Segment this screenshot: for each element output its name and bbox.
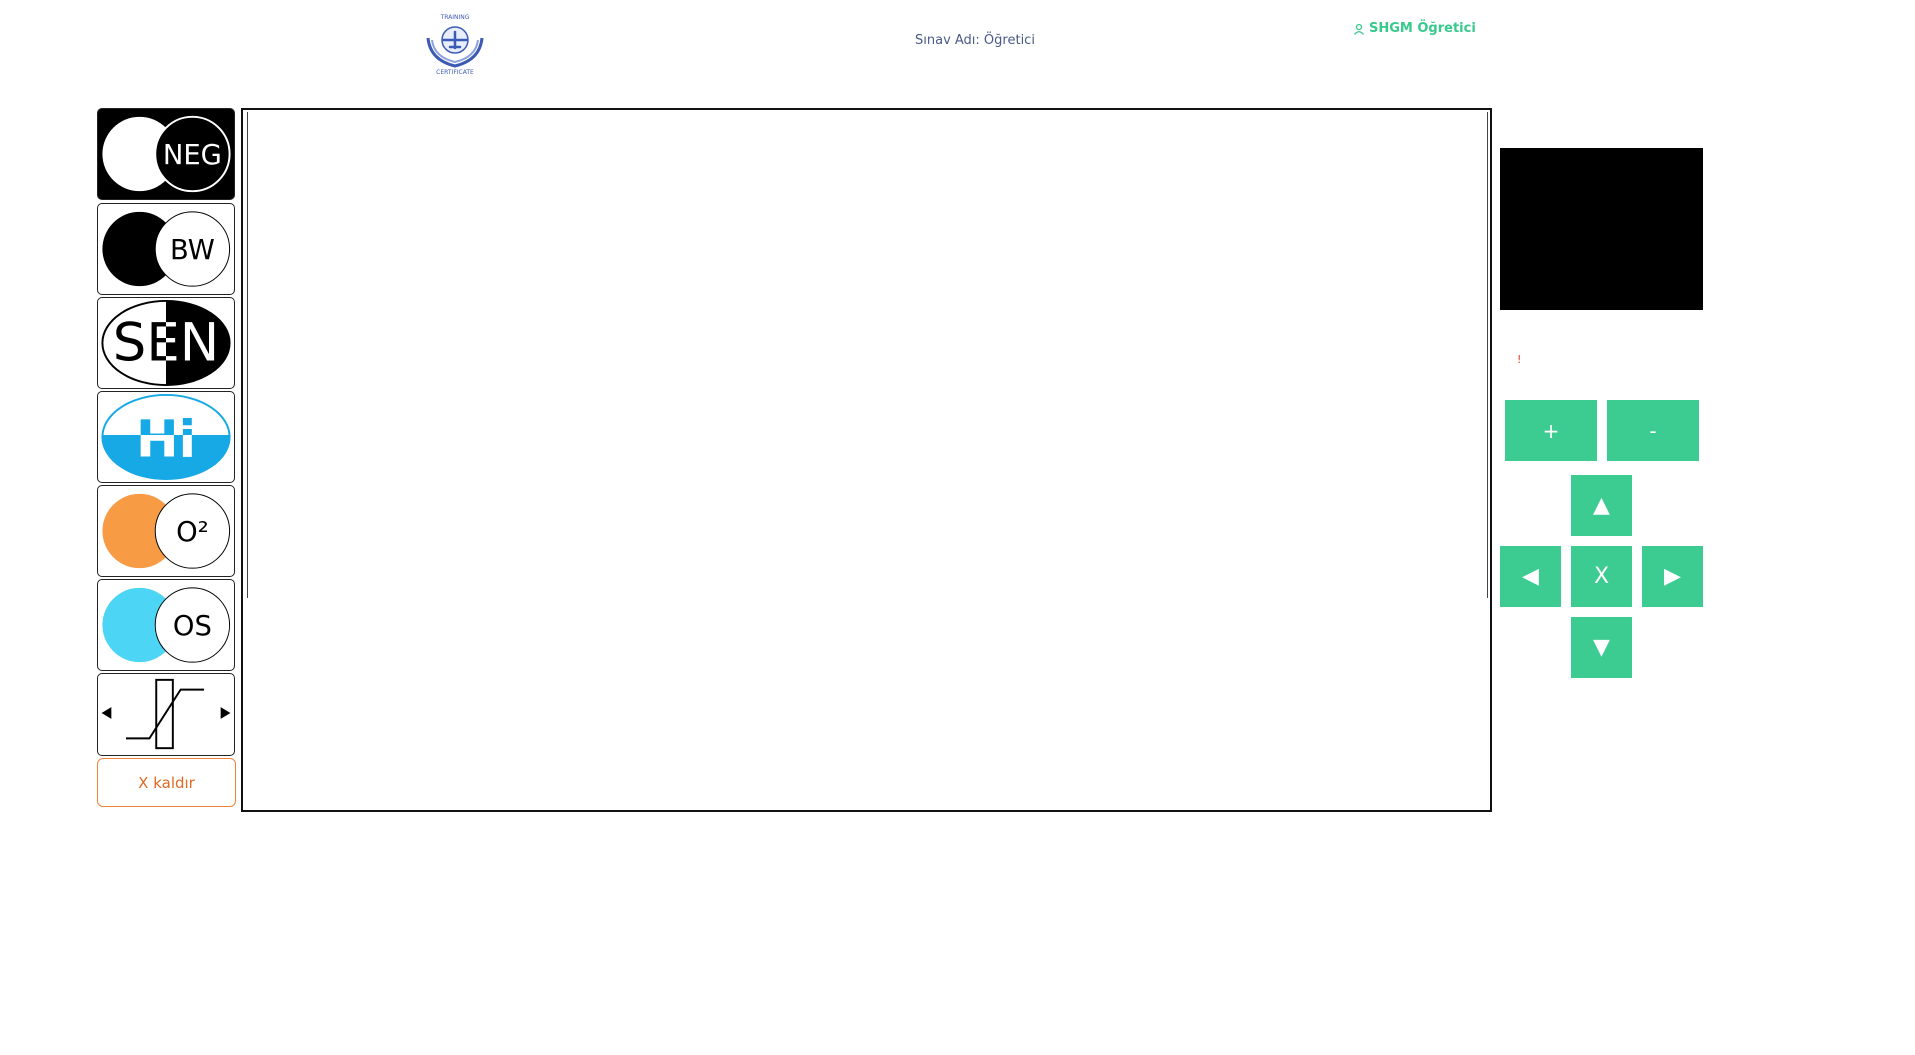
tool-label-neg: NEG: [163, 140, 222, 171]
pan-right-button[interactable]: ▶: [1642, 546, 1703, 607]
tool-label-os: OS: [173, 611, 212, 642]
remove-mark-button[interactable]: X kaldır: [97, 758, 236, 807]
status-marker: !: [1517, 353, 1522, 366]
tool-label-bw: BW: [170, 235, 215, 266]
certificate-wreath-airplane-icon: TRAINING CERTIFICATE: [426, 14, 484, 76]
o2-filter-icon: O²: [102, 493, 231, 569]
os-filter-icon: OS: [102, 587, 231, 663]
organic-stripping-filter-button[interactable]: OS: [97, 579, 235, 671]
high-intensity-filter-button[interactable]: Hi Hi: [97, 391, 235, 483]
image-preview-thumbnail: [1500, 148, 1703, 310]
contrast-left-arrow-icon[interactable]: [101, 707, 112, 719]
black-white-filter-button[interactable]: BW: [97, 203, 235, 295]
user-name: SHGM Öğretici: [1369, 21, 1476, 36]
negative-filter-button[interactable]: NEG: [97, 108, 235, 200]
zoom-out-button[interactable]: -: [1607, 400, 1699, 461]
sen-filter-icon: SEN SEN: [101, 299, 231, 387]
organic-filter-button[interactable]: O²: [97, 485, 235, 577]
contrast-curve-icon: [101, 678, 231, 750]
contrast-curve-slider[interactable]: [97, 673, 235, 756]
negative-filter-icon: NEG: [98, 109, 234, 199]
xray-image-viewer[interactable]: [241, 108, 1492, 812]
user-icon: [1353, 23, 1365, 35]
pan-left-button[interactable]: ◀: [1500, 546, 1561, 607]
tool-label-o2: O²: [176, 517, 209, 548]
contrast-right-arrow-icon[interactable]: [220, 707, 231, 719]
zoom-in-button[interactable]: +: [1505, 400, 1597, 461]
exam-name-label: Sınav Adı: Öğretici: [915, 33, 1035, 48]
bw-filter-icon: BW: [102, 211, 231, 287]
pan-down-button[interactable]: ▼: [1571, 617, 1632, 678]
hi-filter-icon: Hi Hi: [101, 393, 231, 481]
xray-image-canvas[interactable]: [247, 112, 1488, 598]
certificate-logo: TRAINING CERTIFICATE: [418, 10, 492, 76]
user-profile-link[interactable]: SHGM Öğretici: [1353, 21, 1476, 36]
svg-text:TRAINING: TRAINING: [440, 14, 470, 21]
svg-text:CERTIFICATE: CERTIFICATE: [436, 69, 474, 76]
reset-view-button[interactable]: X: [1571, 546, 1632, 607]
sen-filter-button[interactable]: SEN SEN: [97, 297, 235, 389]
pan-up-button[interactable]: ▲: [1571, 475, 1632, 536]
